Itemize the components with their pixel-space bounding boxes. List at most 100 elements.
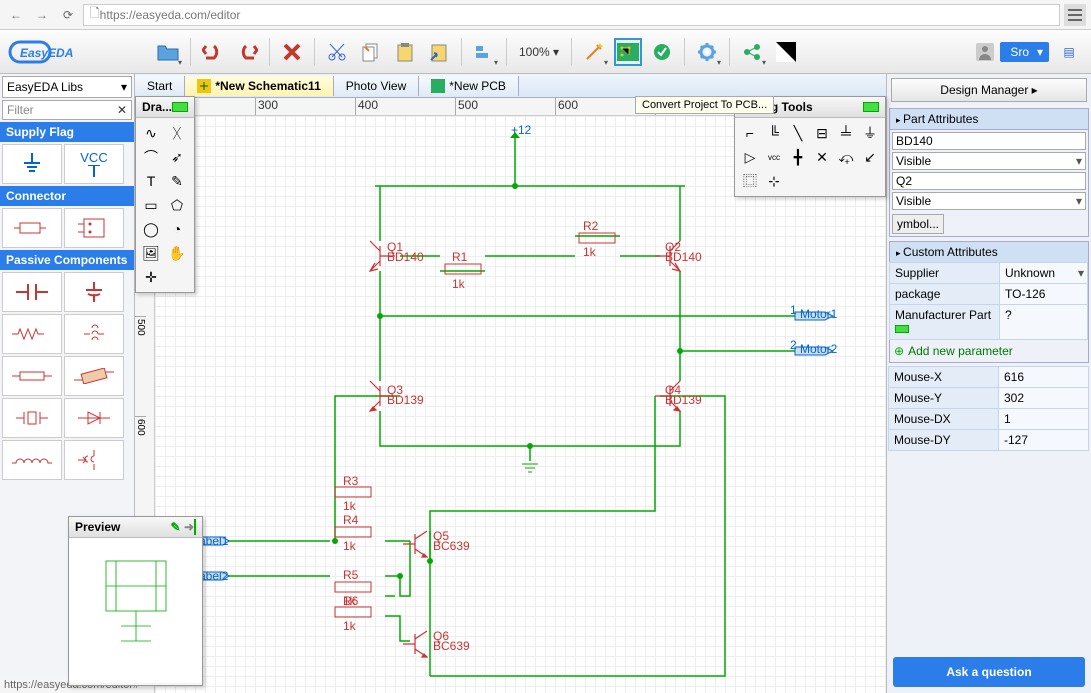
tool-busentry[interactable]: ╲ [787,122,809,144]
url-bar[interactable]: 🗋 https://easyeda.com/editor [83,4,1060,26]
cat-supply-flag[interactable]: Supply Flag [0,122,134,142]
tool-port[interactable]: ▷ [739,146,761,168]
forward-button[interactable]: → [31,4,53,26]
svg-text:1k: 1k [343,539,357,553]
copy-icon[interactable] [357,38,385,66]
tab-pcb[interactable]: *New PCB [419,76,519,96]
comp-ind[interactable] [64,314,124,354]
tool-probe[interactable]: ↙ [859,146,881,168]
svg-text:BD139: BD139 [665,393,702,407]
comp-res-eu[interactable] [2,314,62,354]
tool-pan[interactable]: ✋ [166,242,188,264]
tool-gnd[interactable]: ⏚ [859,122,881,144]
comp-cap-np[interactable] [2,272,62,312]
tool-pie[interactable]: ◔ [166,218,188,240]
attr-prefix-input[interactable]: Q2 [892,172,1086,190]
tool-netport2[interactable]: ⤽ [835,146,857,168]
comp-cap-pol[interactable] [64,272,124,312]
user-menu[interactable]: Sro [1000,42,1049,62]
tool-group[interactable]: ⿴ [739,170,761,192]
theme-icon[interactable] [772,38,800,66]
open-icon[interactable] [154,38,182,66]
tool-arrow[interactable]: ➶ [166,146,188,168]
schematic-canvas[interactable]: +12 [155,116,886,693]
comp-conn2[interactable] [64,208,124,248]
comp-res-us[interactable] [2,356,62,396]
align-icon[interactable] [470,38,498,66]
tool-rect[interactable]: ▭ [140,194,162,216]
wand-icon[interactable] [580,38,608,66]
edit-symbol-button[interactable]: ymbol... [892,214,944,234]
pcb-icon[interactable] [614,38,642,66]
attr-name-visible[interactable]: Visible [892,152,1086,170]
tool-polyline[interactable]: ᚷ [166,122,188,144]
val-supplier[interactable]: Unknown [999,262,1088,284]
cat-passive[interactable]: Passive Components [0,250,134,270]
comp-ind2[interactable] [2,440,62,480]
attr-prefix-visible[interactable]: Visible [892,192,1086,210]
val-package[interactable]: TO-126 [999,283,1088,305]
bom-icon[interactable] [648,38,676,66]
tooltip-convert-pcb: Convert Project To PCB... [635,96,774,114]
tool-netlabel[interactable]: ⊟ [811,122,833,144]
undo-icon[interactable] [199,38,227,66]
comp-diode[interactable] [64,398,124,438]
cross-paste-icon[interactable] [425,38,453,66]
svg-text:BC639: BC639 [433,539,470,553]
paste-icon[interactable] [391,38,419,66]
comp-gnd[interactable] [2,144,62,184]
preview-panel[interactable]: Preview✎ ➜ [68,516,203,686]
tool-poly[interactable]: ⬠ [166,194,188,216]
tool-line[interactable]: ∿ [140,122,162,144]
tab-start[interactable]: Start [135,76,185,96]
redo-icon[interactable] [233,38,261,66]
comp-fuse[interactable] [64,356,124,396]
svg-text:BD140: BD140 [387,250,424,264]
logo[interactable]: EasyEDA [8,34,148,70]
add-parameter-button[interactable]: Add new parameter [890,340,1088,362]
back-button[interactable]: ← [5,4,27,26]
settings-icon[interactable] [693,38,721,66]
svg-text:R1: R1 [452,250,468,264]
attr-name-input[interactable]: BD140 [892,132,1086,150]
share-icon[interactable] [738,38,766,66]
filter-input[interactable]: Filter [2,100,132,120]
tool-ellipse[interactable]: ◯ [140,218,162,240]
tool-wire[interactable]: ⌐ [739,122,761,144]
tab-schematic[interactable]: *New Schematic11 [185,76,333,96]
ask-question-button[interactable]: Ask a question [893,657,1085,687]
tool-junction[interactable]: ╋ [787,146,809,168]
reload-button[interactable]: ⟳ [57,4,79,26]
val-mouse-dy: -127 [998,429,1089,451]
comp-pot[interactable] [64,440,124,480]
tool-noconnect[interactable]: ✕ [811,146,833,168]
section-custom-attributes[interactable]: Custom Attributes [890,242,1088,263]
tool-vcc[interactable]: vcc [763,146,785,168]
delete-icon[interactable] [278,38,306,66]
tool-netflag[interactable]: ╧ [835,122,857,144]
tool-arc[interactable]: ⌒ [140,146,162,168]
tool-text[interactable]: T [140,170,162,192]
libs-select[interactable]: EasyEDA Libs [2,76,132,98]
section-part-attributes[interactable]: Part Attributes [890,109,1088,130]
drawing-tools-panel[interactable]: Dra... ∿ ᚷ ⌒ ➶ T ✎ ▭ ⬠ ◯ ◔ 🖼 ✋ ✛ [135,96,195,293]
tool-origin[interactable]: ✛ [140,266,162,288]
val-manufacturer[interactable]: ? [999,304,1088,340]
tool-pan2[interactable]: ⊹ [763,170,785,192]
comp-xtal[interactable] [2,398,62,438]
tool-image[interactable]: 🖼 [140,242,162,264]
tool-pencil[interactable]: ✎ [166,170,188,192]
panel-toggle-icon[interactable]: ▤ [1055,38,1083,66]
browser-menu-icon[interactable] [1064,4,1086,26]
comp-conn1[interactable] [2,208,62,248]
tool-bus[interactable]: ╚ [763,122,785,144]
tab-photo[interactable]: Photo View [334,76,420,96]
user-avatar-icon[interactable] [976,43,994,61]
cut-icon[interactable] [323,38,351,66]
svg-text:R2: R2 [583,219,599,233]
design-manager-button[interactable]: Design Manager ▸ [891,78,1087,102]
cat-connector[interactable]: Connector [0,186,134,206]
lbl-mouse-dx: Mouse-DX [888,408,999,430]
comp-vcc[interactable]: VCC [64,144,124,184]
zoom-display[interactable]: 100% ▾ [515,45,563,59]
